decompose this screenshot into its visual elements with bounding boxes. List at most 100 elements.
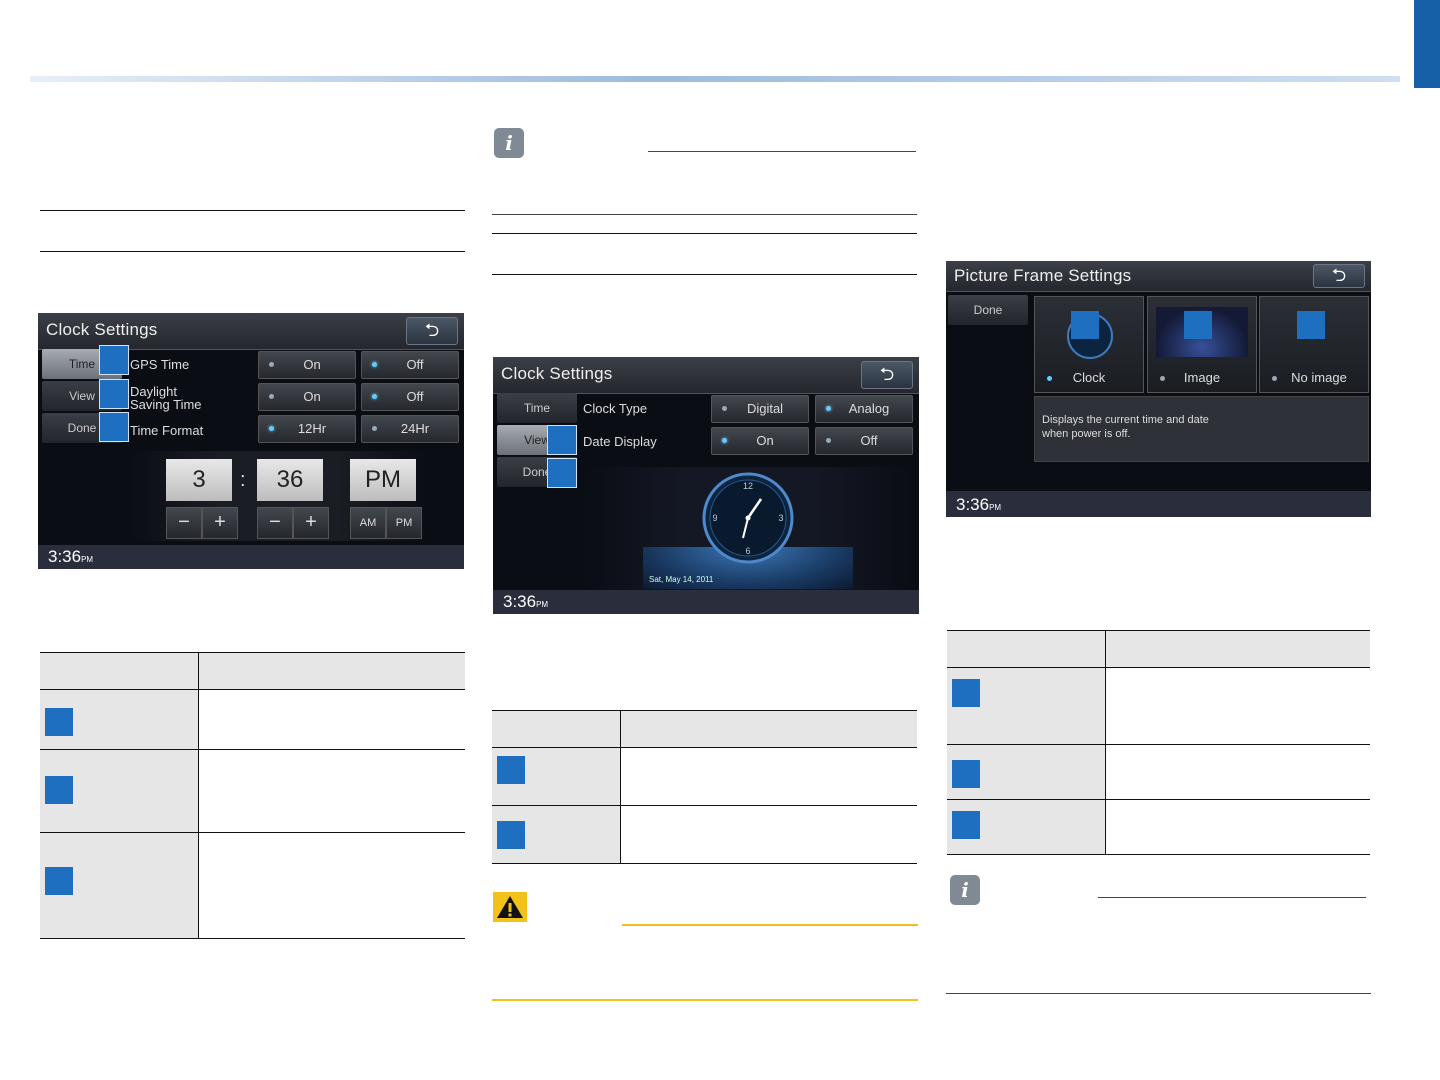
pm-button[interactable]: PM [386,507,422,539]
gps-off-button[interactable]: Off [361,351,459,379]
caution-rule [622,924,918,926]
note-end-rule [946,993,1371,994]
callout-badge-1 [99,345,129,375]
clock-type-label: Clock Type [583,401,648,416]
callout-badge-3 [1297,311,1325,339]
screen-title: Picture Frame Settings [954,266,1132,285]
hour-display: 3 [166,459,232,501]
clock-time-screenshot: Clock Settings ⮌ Time View Done GPS Time… [38,313,464,569]
dst-off-button[interactable]: Off [361,383,459,411]
table-row [40,832,199,939]
left-reference-table [40,652,465,939]
gps-on-button[interactable]: On [258,351,356,379]
table-row [40,689,199,750]
minute-display: 36 [257,459,323,501]
minute-plus-button[interactable]: + [293,507,329,539]
back-arrow-icon[interactable]: ⮌ [1313,264,1365,288]
minute-minus-button[interactable]: − [257,507,293,539]
gps-time-label: GPS Time [130,357,190,372]
analog-clock-icon: 12 3 6 9 [702,472,794,564]
section-rule-bottom [492,274,917,275]
date-off-button[interactable]: Off [815,427,913,455]
page-header-band [0,0,1440,78]
dial-number: 9 [712,513,717,523]
tab-time[interactable]: Time [497,393,577,423]
analog-button[interactable]: Analog [815,395,913,423]
row-badge [497,821,525,849]
row-badge [497,756,525,784]
note-rule [1098,897,1366,898]
titlebar: Clock Settings ⮌ [493,357,919,394]
caution-end-rule [492,999,918,1001]
option-label: No image [1291,370,1347,385]
status-clock: 3:36PM [503,592,549,611]
back-arrow-icon[interactable]: ⮌ [406,317,458,345]
table-row [947,744,1106,800]
table-row [947,799,1106,855]
dst-on-button[interactable]: On [258,383,356,411]
right-reference-table [947,630,1370,855]
option-label: Image [1183,370,1221,385]
dial-number: 3 [778,513,783,523]
callout-badge-1 [547,425,577,455]
row-badge [45,708,73,736]
status-bar: 3:36PM [493,590,919,614]
daylight-saving-label: Daylight Saving Time [130,384,202,412]
table-header [1105,630,1370,668]
digital-button[interactable]: Digital [711,395,809,423]
clock-view-screenshot: Clock Settings ⮌ Time View Done Clock Ty… [493,357,919,614]
screen-title: Clock Settings [46,320,158,339]
info-icon: i [950,875,980,905]
table-row [947,667,1106,745]
date-text: Sat, May 14, 2011 [649,575,714,584]
callout-badge-1 [1071,311,1099,339]
status-clock: 3:36PM [48,547,94,566]
meridiem-display: PM [350,459,416,501]
table-row [492,805,621,864]
back-arrow-icon[interactable]: ⮌ [861,361,913,389]
row-badge [45,776,73,804]
table-row [492,747,621,806]
section-rule-top [492,233,917,234]
callout-badge-3 [99,412,129,442]
section-rule-top [40,210,465,211]
table-header [947,630,1106,668]
description-panel: Displays the current time and date when … [1034,396,1369,462]
time-format-label: Time Format [130,423,204,438]
middle-reference-table [492,710,917,864]
row-badge [952,760,980,788]
table-header [40,652,199,690]
description-text: Displays the current time and date when … [1042,414,1209,440]
format-12hr-button[interactable]: 12Hr [258,415,356,443]
am-button[interactable]: AM [350,507,386,539]
date-on-button[interactable]: On [711,427,809,455]
row-badge [952,679,980,707]
callout-badge-2 [1184,311,1212,339]
callout-badge-2 [99,379,129,409]
done-button[interactable]: Done [948,295,1028,325]
titlebar: Picture Frame Settings ⮌ [946,261,1371,292]
note-end-rule [492,214,917,215]
status-bar: 3:36PM [38,545,464,569]
header-stripe [30,76,1400,82]
callout-badge-2 [547,458,577,488]
info-icon: i [494,128,524,158]
table-header [492,710,621,748]
caution-icon [493,892,527,922]
date-display-label: Date Display [583,434,657,449]
section-rule-bottom [40,251,465,252]
option-label: Clock [1072,370,1106,385]
hour-plus-button[interactable]: + [202,507,238,539]
note-rule [648,151,916,152]
row-badge [952,811,980,839]
format-24hr-button[interactable]: 24Hr [361,415,459,443]
table-header [198,652,465,690]
hour-minus-button[interactable]: − [166,507,202,539]
picture-frame-screenshot: Picture Frame Settings ⮌ Done Clock Imag… [946,261,1371,517]
dial-number: 6 [745,546,750,556]
table-header [620,710,917,748]
header-corner-tab [1414,0,1440,88]
screen-title: Clock Settings [501,364,613,383]
status-bar: 3:36PM [946,491,1371,517]
status-clock: 3:36PM [956,495,1002,514]
